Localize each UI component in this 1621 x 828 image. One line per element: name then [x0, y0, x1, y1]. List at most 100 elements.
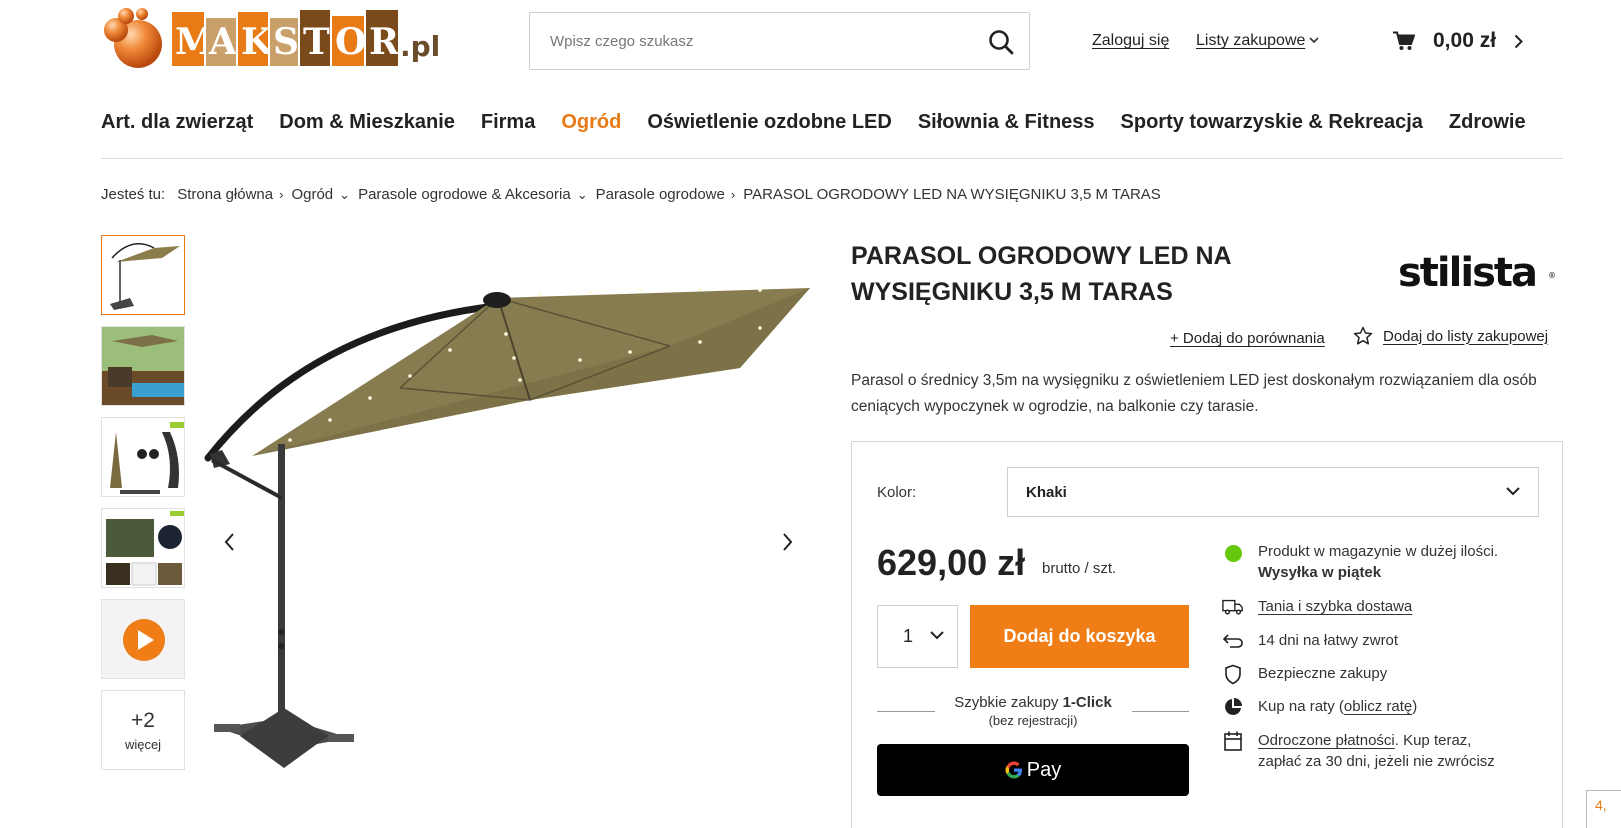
product-main-image [204, 287, 810, 768]
svg-text:A: A [208, 21, 238, 63]
side-widget[interactable]: 4, [1586, 790, 1621, 828]
buy-box: Kolor: Khaki 629,00 zł brutto / szt. 1 D… [851, 441, 1563, 828]
svg-text:.pl: .pl [400, 30, 440, 63]
shopping-lists-link[interactable]: Listy zakupowe [1196, 32, 1319, 50]
search-box[interactable] [529, 12, 1030, 70]
category-item[interactable]: Ogród [561, 108, 621, 144]
more-label: więcej [124, 737, 162, 752]
gallery-next-icon[interactable] [779, 530, 795, 554]
add-to-list-label: Dodaj do listy zakupowej [1383, 327, 1549, 345]
search-input[interactable] [530, 13, 1029, 69]
returns-text: 14 dni na łatwy zwrot [1258, 632, 1399, 649]
quantity-select[interactable]: 1 [877, 605, 958, 668]
more-count: +2 [131, 709, 155, 732]
add-to-cart-button[interactable]: Dodaj do koszyka [970, 605, 1189, 668]
shopping-lists-label: Listy zakupowe [1196, 32, 1306, 49]
return-arrow-icon [1222, 634, 1243, 648]
category-nav: Art. dla zwierząt Dom & Mieszkanie Firma Og… [101, 108, 1563, 144]
installments-prefix: Kup na raty ( [1258, 698, 1344, 715]
category-item[interactable]: Oświetlenie ozdobne LED [647, 108, 891, 144]
shield-icon [1225, 664, 1241, 684]
google-pay-button[interactable]: Pay [877, 744, 1189, 796]
chevron-down-icon [1309, 37, 1319, 44]
category-item[interactable]: Firma [481, 108, 535, 144]
category-item[interactable]: Sporty towarzyskie & Rekreacja [1121, 108, 1423, 144]
add-to-list-button[interactable]: Dodaj do listy zakupowej [1353, 326, 1548, 346]
star-icon [1353, 326, 1373, 345]
category-item[interactable]: Dom & Mieszkanie [279, 108, 455, 144]
svg-text:T: T [303, 21, 330, 63]
delivery-link[interactable]: Tania i szybka dostawa [1258, 596, 1412, 617]
category-item[interactable]: Zdrowie [1449, 108, 1526, 144]
breadcrumb-parasole-akcesoria[interactable]: Parasole ogrodowe & Akcesoria [358, 186, 571, 203]
play-icon [102, 600, 184, 678]
installments-suffix: ) [1412, 698, 1418, 715]
delivery-info[interactable]: Tania i szybka dostawa [1222, 596, 1412, 618]
gallery-thumb-4[interactable] [101, 508, 185, 588]
chevron-right-icon [1514, 34, 1523, 48]
chevron-down-icon[interactable]: ⌄ [577, 187, 588, 203]
returns-info: 14 dni na łatwy zwrot [1222, 630, 1398, 652]
makstor-logo[interactable]: M A K S T O R .pl [102, 4, 466, 84]
breadcrumb-parasole[interactable]: Parasole ogrodowe [596, 186, 725, 203]
cart-icon [1393, 31, 1415, 50]
product-price: 629,00 zł [877, 542, 1026, 583]
chevron-right-icon: › [730, 187, 736, 202]
calculate-installment-link[interactable]: oblicz ratę [1344, 698, 1412, 715]
svg-text:R: R [369, 21, 400, 63]
gallery-thumb-3[interactable] [101, 417, 185, 497]
svg-text:K: K [241, 21, 274, 63]
collage-photo [102, 509, 184, 587]
pie-chart-icon [1225, 698, 1242, 715]
login-link[interactable]: Zaloguj się [1092, 32, 1169, 50]
gallery-video-thumb[interactable] [101, 599, 185, 679]
svg-text:O: O [335, 21, 366, 63]
price-unit: brutto / szt. [1042, 560, 1117, 577]
oneclick-bold: 1-Click [1062, 694, 1112, 711]
chevron-down-icon [1506, 487, 1520, 496]
svg-text:S: S [273, 21, 299, 63]
calendar-icon [1224, 731, 1242, 751]
safe-text: Bezpieczne zakupy [1258, 665, 1388, 682]
quantity-value: 1 [903, 626, 914, 646]
gpay-label: Pay [1026, 758, 1062, 781]
cart-button[interactable]: 0,00 zł [1393, 28, 1523, 54]
chevron-down-icon [930, 631, 944, 640]
oneclick-sub: (bez rejestracji) [988, 713, 1078, 728]
stock-info: Produkt w magazynie w dużej ilości. Wysy… [1222, 541, 1498, 583]
deferred-payments-info: Odroczone płatności. Kup teraz, zapłać z… [1222, 730, 1512, 772]
category-item[interactable]: Siłownia & Fitness [918, 108, 1095, 144]
color-value: Khaki [1026, 484, 1067, 501]
color-select[interactable]: Khaki [1007, 467, 1539, 517]
cart-amount: 0,00 zł [1433, 29, 1497, 52]
breadcrumb-lead: Jesteś tu: [101, 186, 166, 203]
parts-photo [102, 418, 184, 496]
google-g-icon [1005, 761, 1022, 779]
nav-divider [101, 158, 1563, 159]
gallery-thumb-1[interactable] [101, 235, 185, 315]
gallery-thumb-2[interactable] [101, 326, 185, 406]
brand-logo[interactable]: stilista ® [1398, 248, 1558, 296]
category-item[interactable]: Art. dla zwierząt [101, 108, 253, 144]
product-title: PARASOL OGRODOWY LED NA WYSIĘGNIKU 3,5 M… [851, 242, 1231, 306]
gallery-more-button[interactable]: +2 więcej [101, 690, 185, 770]
add-to-compare-link[interactable]: + Dodaj do porównania [1170, 330, 1325, 347]
brand-name: stilista [1398, 250, 1536, 296]
in-stock-dot-icon [1224, 545, 1242, 562]
search-icon[interactable] [987, 28, 1015, 56]
breadcrumb-current: PARASOL OGRODOWY LED NA WYSIĘGNIKU 3,5 M… [743, 186, 1161, 203]
patio-photo [102, 327, 184, 405]
svg-text:®: ® [1548, 271, 1556, 280]
breadcrumb-home[interactable]: Strona główna [177, 186, 273, 203]
chevron-right-icon: › [279, 187, 284, 202]
color-label: Kolor: [877, 484, 917, 501]
truck-icon [1222, 599, 1243, 615]
gallery-prev-icon[interactable] [222, 530, 238, 554]
stock-line2: Wysyłka w piątek [1258, 564, 1382, 581]
stock-line1: Produkt w magazynie w dużej ilości. [1258, 543, 1499, 560]
oneclick-purchase[interactable]: Szybkie zakupy 1-Click (bez rejestracji) [877, 694, 1189, 728]
deferred-payments-link[interactable]: Odroczone płatności [1258, 732, 1395, 749]
breadcrumb-ogrod[interactable]: Ogród [291, 186, 333, 203]
chevron-down-icon[interactable]: ⌄ [339, 187, 350, 203]
breadcrumb: Jesteś tu: Strona główna › Ogród ⌄ Paras… [101, 186, 1167, 203]
